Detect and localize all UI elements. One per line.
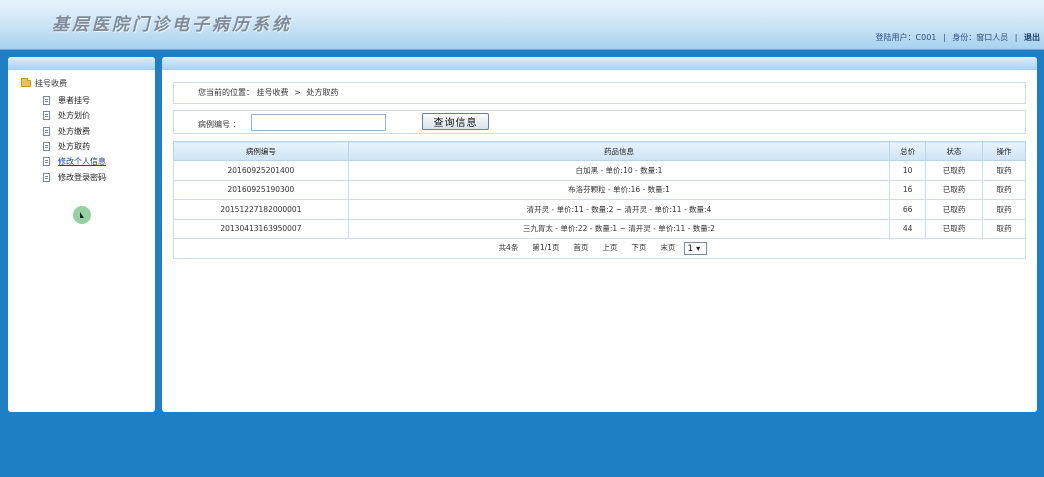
tree-root-registration[interactable]: 挂号收费 <box>21 78 67 89</box>
cell-action-link[interactable]: 取药 <box>982 218 1026 239</box>
separator: | <box>942 33 946 42</box>
case-number-input[interactable] <box>251 114 386 131</box>
user-role: 身份：窗口人员 <box>952 33 1009 42</box>
cell-status: 已取药 <box>925 199 983 220</box>
case-number-label: 病例编号 ： <box>198 120 241 129</box>
pager-first-link[interactable]: 首页 <box>573 243 588 252</box>
pager: 共4条 第1/1页 首页 上页 下页 末页 1 <box>173 238 1026 259</box>
app-title: 基层医院门诊电子病历系统 <box>52 15 292 35</box>
breadcrumb-prefix: 您当前的位置： <box>198 88 254 97</box>
pager-total: 共4条 <box>498 242 519 252</box>
column-header-case-number[interactable]: 病例编号 <box>173 141 349 161</box>
sidebar-item-prescription-payment[interactable]: 处方缴费 <box>43 124 106 139</box>
separator: | <box>1014 33 1018 42</box>
column-header-status[interactable]: 状态 <box>925 141 983 161</box>
table-row: 20160925201400 白加黑 - 单价:10 - 数量:1 10 已取药… <box>173 160 1026 181</box>
cell-total: 16 <box>889 179 927 200</box>
cell-drug-info: 三九胃太 - 单价:22 - 数量:1 ~ 清开灵 - 单价:11 - 数量:2 <box>347 218 891 239</box>
tree-root-label: 挂号收费 <box>35 79 67 88</box>
logout-link[interactable]: 退出 <box>1024 33 1040 42</box>
cell-action-link[interactable]: 取药 <box>982 199 1026 220</box>
cell-total: 44 <box>889 218 927 239</box>
sidebar: 挂号收费 患者挂号 处方划价 处方缴费 处方取药 修改个人信息 修改登录密码 <box>8 57 155 412</box>
search-bar: 病例编号 ： 查询信息 <box>173 110 1026 134</box>
sidebar-item-label: 修改登录密码 <box>58 172 106 182</box>
sidebar-item-label: 修改个人信息 <box>58 157 106 167</box>
table-row: 20130413163950007 三九胃太 - 单价:22 - 数量:1 ~ … <box>173 218 1026 239</box>
sidebar-item-edit-profile[interactable]: 修改个人信息 <box>43 154 106 169</box>
column-header-drug-info[interactable]: 药品信息 <box>347 141 891 161</box>
pager-page-info: 第1/1页 <box>532 242 560 252</box>
cell-status: 已取药 <box>925 160 983 181</box>
breadcrumb-level2: 处方取药 <box>306 88 339 97</box>
cell-status: 已取药 <box>925 179 983 200</box>
page-number-select[interactable]: 1 <box>684 241 708 255</box>
cell-case-number: 20160925201400 <box>173 160 349 181</box>
pager-row: 共4条 第1/1页 首页 上页 下页 末页 1 <box>173 238 1026 259</box>
breadcrumb-separator: > <box>294 88 301 97</box>
column-header-total[interactable]: 总价 <box>889 141 927 161</box>
cell-total: 10 <box>889 160 927 181</box>
main-content: 您当前的位置： 挂号收费 > 处方取药 病例编号 ： 查询信息 病例编号 药品信… <box>162 57 1037 412</box>
mouse-cursor-icon <box>73 206 91 224</box>
sidebar-header-bar <box>8 57 155 70</box>
cell-drug-info: 清开灵 - 单价:11 - 数量:2 ~ 清开灵 - 单价:11 - 数量:4 <box>347 199 891 220</box>
prescription-table: 病例编号 药品信息 总价 状态 操作 20160925201400 白加黑 - … <box>173 141 1026 259</box>
table-row: 20151227182000001 清开灵 - 单价:11 - 数量:2 ~ 清… <box>173 199 1026 220</box>
cell-case-number: 20151227182000001 <box>173 199 349 220</box>
sidebar-item-label: 处方划价 <box>58 111 90 121</box>
cell-action-link[interactable]: 取药 <box>982 160 1026 181</box>
user-bar: 登陆用户：C001 | 身份：窗口人员 | 退出 <box>876 32 1040 43</box>
table-row: 20160925190300 布洛芬颗粒 - 单价:16 - 数量:1 16 已… <box>173 179 1026 200</box>
main-header-bar <box>162 57 1037 70</box>
breadcrumb-level1: 挂号收费 <box>256 88 289 97</box>
cell-status: 已取药 <box>925 218 983 239</box>
sidebar-item-label: 处方缴费 <box>58 126 90 136</box>
query-button[interactable]: 查询信息 <box>422 113 489 130</box>
cell-action-link[interactable]: 取药 <box>982 179 1026 200</box>
cell-case-number: 20160925190300 <box>173 179 349 200</box>
folder-open-icon <box>21 78 31 87</box>
table-header-row: 病例编号 药品信息 总价 状态 操作 <box>173 141 1026 161</box>
cell-case-number: 20130413163950007 <box>173 218 349 239</box>
sidebar-item-prescription-dispensing[interactable]: 处方取药 <box>43 139 106 154</box>
pager-prev-link[interactable]: 上页 <box>602 243 617 252</box>
column-header-action[interactable]: 操作 <box>982 141 1026 161</box>
pager-last-link[interactable]: 末页 <box>660 243 675 252</box>
sidebar-item-change-password[interactable]: 修改登录密码 <box>43 169 106 184</box>
cell-drug-info: 布洛芬颗粒 - 单价:16 - 数量:1 <box>347 179 891 200</box>
app-header: 基层医院门诊电子病历系统 登陆用户：C001 | 身份：窗口人员 | 退出 <box>0 0 1044 50</box>
sidebar-item-label: 处方取药 <box>58 142 90 152</box>
sidebar-item-patient-registration[interactable]: 患者挂号 <box>43 93 106 108</box>
sidebar-item-label: 患者挂号 <box>58 96 90 106</box>
document-icon <box>43 126 50 136</box>
document-icon <box>43 157 50 167</box>
current-user: 登陆用户：C001 <box>875 33 937 42</box>
sidebar-menu: 患者挂号 处方划价 处方缴费 处方取药 修改个人信息 修改登录密码 <box>43 93 106 185</box>
pager-next-link[interactable]: 下页 <box>631 243 646 252</box>
document-icon <box>43 142 50 152</box>
cell-total: 66 <box>889 199 927 220</box>
document-icon <box>43 96 50 106</box>
document-icon <box>43 111 50 121</box>
sidebar-item-prescription-pricing[interactable]: 处方划价 <box>43 108 106 123</box>
breadcrumb: 您当前的位置： 挂号收费 > 处方取药 <box>173 82 1026 104</box>
document-icon <box>43 172 50 182</box>
cell-drug-info: 白加黑 - 单价:10 - 数量:1 <box>347 160 891 181</box>
